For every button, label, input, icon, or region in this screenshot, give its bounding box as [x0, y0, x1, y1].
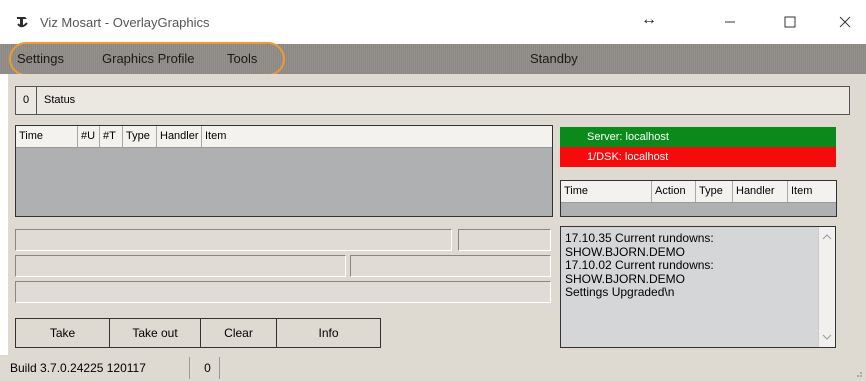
info-field [350, 255, 551, 277]
column-type[interactable]: Type [696, 181, 733, 202]
info-button[interactable]: Info [277, 319, 380, 347]
status-strip: Build 3.7.0.24225 120117 0 [0, 355, 866, 381]
status-label: Status [44, 94, 76, 106]
log-line: SHOW.BJORN.DEMO [565, 244, 686, 259]
take-out-button[interactable]: Take out [110, 319, 201, 347]
build-version: Build 3.7.0.24225 120117 [6, 357, 190, 379]
info-field [15, 281, 551, 303]
app-logo-icon [17, 17, 28, 28]
status-count: 0 [16, 87, 37, 114]
info-field [15, 229, 452, 251]
column-item[interactable]: Item [202, 126, 242, 147]
footer-count: 0 [196, 357, 220, 379]
info-field [458, 229, 551, 251]
scroll-up-icon[interactable] [822, 232, 832, 242]
info-field [15, 255, 346, 277]
column-action[interactable]: Action [652, 181, 696, 202]
size-grip-icon[interactable] [853, 368, 863, 378]
scroll-down-icon[interactable] [822, 332, 832, 342]
queue-grid[interactable]: Time #U #T Type Handler Item [15, 125, 553, 217]
mode-status-label: Standby [530, 51, 578, 66]
minimize-icon [725, 21, 735, 23]
log-line: 17.10.02 Current rundowns: [565, 258, 714, 272]
resize-arrows-icon[interactable]: ↔ [641, 11, 657, 29]
column-time[interactable]: Time [561, 181, 652, 202]
log-scrollbar[interactable] [818, 227, 835, 347]
action-buttons: Take Take out Clear Info [15, 318, 381, 348]
column-handler[interactable]: Handler [733, 181, 788, 202]
action-grid-header: Time Action Type Handler Item [561, 181, 836, 203]
log-line: Settings Upgraded\n [565, 285, 675, 299]
log-line: SHOW.BJORN.DEMO [565, 271, 686, 286]
action-grid[interactable]: Time Action Type Handler Item [560, 180, 837, 217]
maximize-button[interactable] [775, 8, 805, 36]
clear-button[interactable]: Clear [201, 319, 277, 347]
server-connection-status: Server: localhost [560, 127, 836, 147]
column-handler[interactable]: Handler [157, 126, 202, 147]
column-t[interactable]: #T [100, 126, 123, 147]
log-text: 17.10.35 Current rundowns: SHOW.BJORN.DE… [565, 231, 815, 300]
column-type[interactable]: Type [123, 126, 157, 147]
dsk-connection-status: 1/DSK: localhost [560, 147, 836, 167]
title-bar: Viz Mosart - OverlayGraphics ↔ [0, 0, 866, 44]
queue-grid-header: Time #U #T Type Handler Item [16, 126, 552, 148]
take-button[interactable]: Take [16, 319, 110, 347]
close-icon [839, 16, 851, 28]
column-item[interactable]: Item [788, 181, 836, 202]
maximize-icon [784, 16, 796, 28]
column-time[interactable]: Time [16, 126, 78, 147]
log-line: 17.10.35 Current rundowns: [565, 231, 714, 245]
status-panel: 0 Status [15, 86, 850, 115]
message-log[interactable]: 17.10.35 Current rundowns: SHOW.BJORN.DE… [560, 226, 836, 348]
minimize-button[interactable] [715, 8, 745, 36]
close-button[interactable] [830, 8, 860, 36]
window-title: Viz Mosart - OverlayGraphics [40, 15, 210, 30]
menu-highlight-annotation [9, 42, 285, 76]
column-u[interactable]: #U [78, 126, 100, 147]
